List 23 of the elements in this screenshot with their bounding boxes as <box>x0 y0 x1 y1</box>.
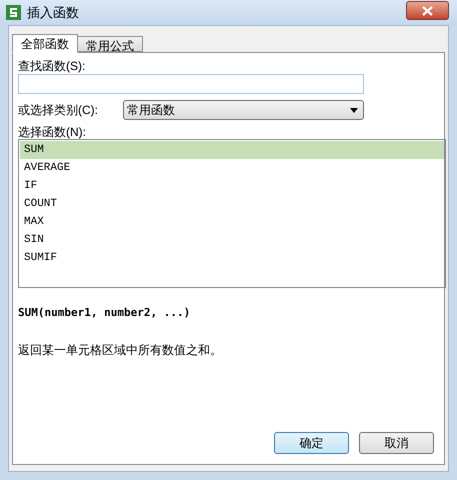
window-title: 插入函数 <box>27 4 80 22</box>
list-item[interactable]: AVERAGE <box>20 159 444 177</box>
tab[interactable]: 全部函数 <box>12 34 78 53</box>
field-label: 查找函数(S): <box>18 58 86 73</box>
dialog-button[interactable]: 确定 <box>274 432 349 454</box>
close-icon <box>422 6 433 16</box>
list-item[interactable]: MAX <box>20 213 444 231</box>
list-item[interactable]: IF <box>20 177 444 195</box>
category-dropdown[interactable]: 常用函数 <box>123 100 364 120</box>
function-signature: SUM(number1, number2, ...) <box>18 305 192 321</box>
list-item[interactable]: SUM <box>20 141 444 159</box>
dialog-button[interactable]: 取消 <box>359 432 434 454</box>
list-item[interactable]: SUMIF <box>20 249 444 267</box>
caret-icon <box>350 108 358 112</box>
app-logo-icon <box>6 5 21 20</box>
close-button[interactable] <box>406 1 449 20</box>
list-item[interactable]: COUNT <box>20 195 444 213</box>
field-label: 选择函数(N): <box>18 124 87 139</box>
tab[interactable]: 常用公式 <box>78 36 143 52</box>
list-item[interactable]: SIN <box>20 231 444 249</box>
field-label: 或选择类别(C): <box>18 102 99 119</box>
function-description: 返回某一单元格区域中所有数值之和。 <box>18 342 223 358</box>
search-field[interactable] <box>18 74 364 94</box>
